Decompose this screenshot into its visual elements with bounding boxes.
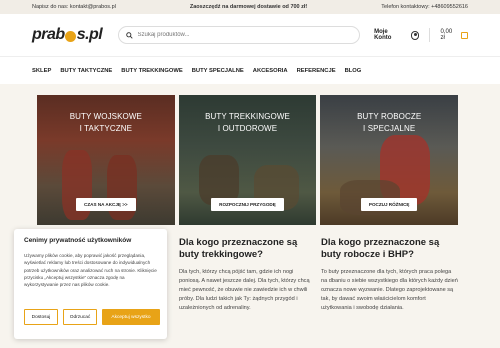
account-label: Moje Konto [374,29,392,41]
tile-title: BUTY WOJSKOWE I TAKTYCZNE [69,112,142,133]
user-icon [410,30,420,40]
main-nav: SKLEP BUTY TAKTYCZNE BUTY TREKKINGOWE BU… [0,56,500,84]
tile-title: BUTY ROBOCZE I SPECJALNE [357,112,422,133]
category-tiles: BUTY WOJSKOWE I TAKTYCZNE CZAS NA AKCJĘ >… [37,95,459,225]
nav-item-akcesoria[interactable]: AKCESORIA [253,68,288,74]
header: prabs.pl Moje Konto 0,00 zł [0,14,500,56]
section-trekking: Dla kogo przeznaczone są buty trekkingow… [179,237,313,313]
section-heading: Dla kogo przeznaczone są buty trekkingow… [179,237,298,260]
tile-military[interactable]: BUTY WOJSKOWE I TAKTYCZNE CZAS NA AKCJĘ >… [37,95,175,225]
contact-email[interactable]: Napisz do nas: kontakt@prabos.pl [32,4,116,10]
search-icon [125,31,133,39]
nav-item-blog[interactable]: BLOG [345,68,362,74]
top-bar: Napisz do nas: kontakt@prabos.pl Zaoszcz… [0,0,500,14]
reject-button[interactable]: Odrzucać [63,309,97,325]
nav-item-referencje[interactable]: REFERENCJE [297,68,336,74]
cookie-banner: Cenimy prywatność użytkowników Używamy p… [14,229,167,339]
section-text: To buty przeznaczone dla tych, których p… [321,269,458,311]
account-link[interactable]: Moje Konto [374,29,420,41]
tile-trekking[interactable]: BUTY TREKKINGOWE I OUTDOROWE ROZPOCZNIJ P… [178,95,317,225]
nav-item-buty-specjalne[interactable]: BUTY SPECJALNE [192,68,244,74]
divider [429,28,431,42]
search-box[interactable] [117,26,361,44]
nav-item-buty-trekkingowe[interactable]: BUTY TREKKINGOWE [121,68,182,74]
customize-button[interactable]: Dostosuj [24,309,58,325]
cart-link[interactable]: 0,00 zł [440,29,468,41]
section-work: Dla kogo przeznaczone są buty robocze i … [321,237,458,313]
cookie-title: Cenimy prywatność użytkowników [24,237,132,244]
nav-item-sklep[interactable]: SKLEP [32,68,51,74]
logo[interactable]: pr a b s.pl [32,26,114,44]
accept-all-button[interactable]: Akceptuj wszystko [102,309,160,325]
contact-phone[interactable]: Telefon kontaktowy: +48609552616 [381,4,468,10]
cta-button-trekking[interactable]: ROZPOCZNIJ PRZYGODĘ [211,198,284,211]
promo-text: Zaoszczędź na darmowej dostawie od 700 z… [189,4,308,10]
search-input[interactable] [137,32,338,38]
cookie-buttons: Dostosuj Odrzucać Akceptuj wszystko [24,309,160,325]
logo-mark-icon [65,30,77,42]
cookie-text: Używamy plików cookie, aby poprawić jako… [24,253,157,288]
section-text: Dla tych, którzy chcą pójść tam, gdzie i… [179,269,310,311]
bag-icon [461,31,468,39]
section-heading: Dla kogo przeznaczone są buty robocze i … [321,237,440,260]
tile-work[interactable]: BUTY ROBOCZE I SPECJALNE POCZUJ RÓŻNICĘ [320,95,459,225]
nav-item-buty-taktyczne[interactable]: BUTY TAKTYCZNE [60,68,112,74]
cta-button-work[interactable]: POCZUJ RÓŻNICĘ [360,198,418,211]
cta-button-military[interactable]: CZAS NA AKCJĘ >> [76,198,136,211]
cart-total: 0,00 zł [440,29,453,41]
tile-title: BUTY TREKKINGOWE I OUTDOROWE [205,112,290,133]
